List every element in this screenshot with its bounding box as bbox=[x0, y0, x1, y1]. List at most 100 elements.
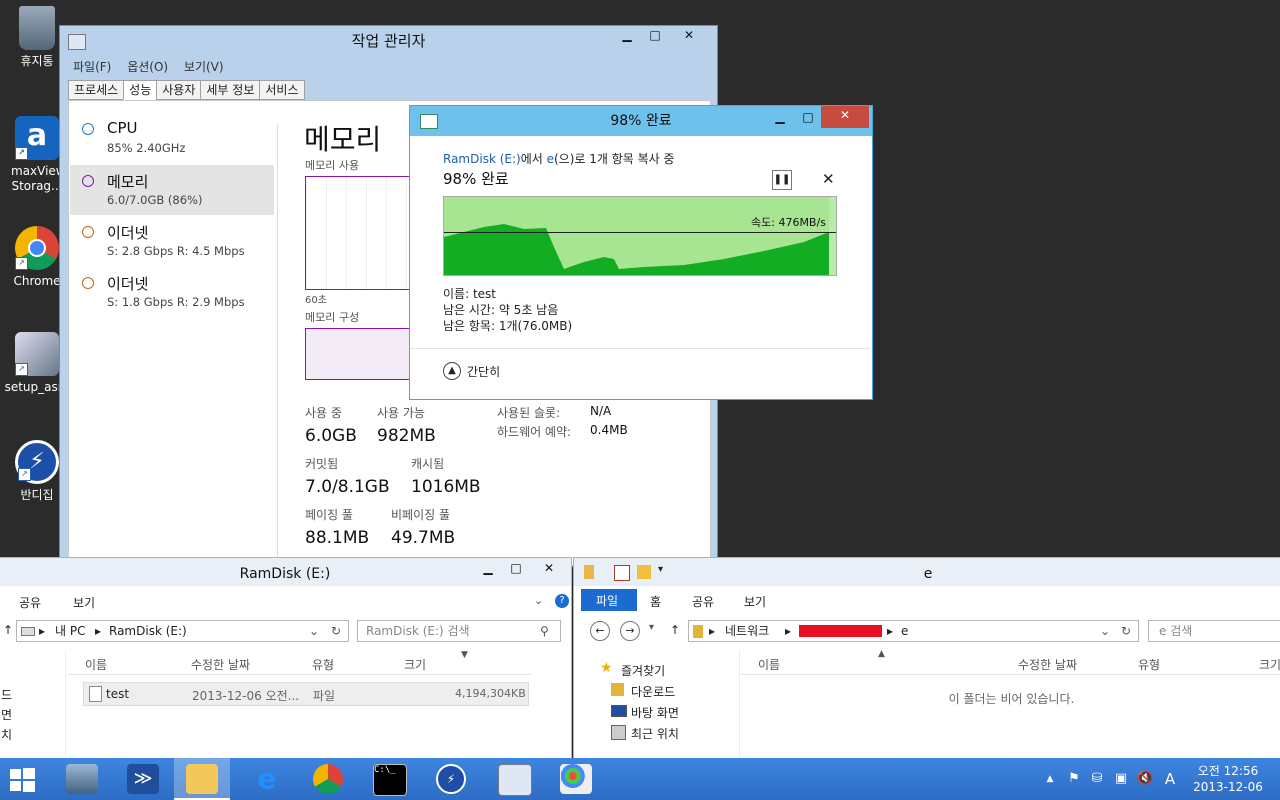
help-icon[interactable]: ? bbox=[555, 594, 569, 608]
taskbar-chrome[interactable] bbox=[301, 758, 357, 800]
clock[interactable]: 오전 12:56 2013-12-06 bbox=[1190, 763, 1266, 795]
column-name[interactable]: 이름 bbox=[758, 656, 780, 673]
tab-processes[interactable]: 프로세스 bbox=[68, 80, 125, 100]
forward-icon[interactable]: → bbox=[620, 621, 640, 641]
network-status-icon[interactable]: ⛁ bbox=[1089, 771, 1105, 787]
tab-performance[interactable]: 성능 bbox=[123, 80, 158, 100]
ribbon-tab-share[interactable]: 공유 bbox=[19, 594, 41, 611]
copy-progress-dialog[interactable]: 98% 완료 ▁ □ ✕ RamDisk (E:)에서 e(으)로 1개 항목 … bbox=[409, 105, 873, 400]
table-row[interactable]: test 2013-12-06 오전... 파일 4,194,304KB bbox=[83, 682, 529, 706]
taskbar-file-explorer[interactable] bbox=[174, 758, 230, 800]
breadcrumb-network[interactable]: 네트워크 bbox=[725, 621, 769, 641]
copy-close-button[interactable]: ✕ bbox=[821, 106, 869, 128]
network-folder-icon bbox=[693, 625, 703, 638]
explorer-window-e[interactable]: ▾ e 파일 홈 공유 보기 ← → ▾ ↑ ▸ 네트워크 ▸ ▸ e ⌄ ↻ … bbox=[573, 557, 1280, 759]
copy-dest-link[interactable]: e bbox=[547, 152, 554, 166]
breadcrumb-e[interactable]: e bbox=[901, 621, 908, 641]
copy-minimize-button[interactable]: ▁ bbox=[765, 108, 795, 128]
up-arrow-icon[interactable]: ↑ bbox=[3, 623, 13, 637]
column-type[interactable]: 유형 bbox=[312, 656, 334, 673]
maximize-button[interactable]: □ bbox=[640, 26, 670, 46]
start-button[interactable] bbox=[10, 768, 36, 792]
server-manager-icon bbox=[66, 764, 98, 794]
ribbon-tab-view[interactable]: 보기 bbox=[744, 593, 766, 610]
back-icon[interactable]: ← bbox=[590, 621, 610, 641]
nav-favorites[interactable]: 즐겨찾기 bbox=[621, 662, 665, 679]
pause-button[interactable]: ❚❚ bbox=[772, 170, 792, 190]
search-input[interactable]: e 검색 bbox=[1159, 621, 1192, 641]
ribbon-tab-share[interactable]: 공유 bbox=[692, 593, 714, 610]
nav-recent[interactable]: 최근 위치 bbox=[631, 725, 679, 742]
file-type: 파일 bbox=[313, 689, 336, 703]
ribbon-tab-file[interactable]: 파일 bbox=[581, 589, 637, 611]
show-hidden-icons[interactable]: ▲ bbox=[1042, 771, 1058, 787]
tab-services[interactable]: 서비스 bbox=[259, 80, 305, 100]
breadcrumb-ramdisk[interactable]: RamDisk (E:) bbox=[109, 621, 187, 641]
perf-item-ethernet-2[interactable]: 이더넷 S: 1.8 Gbps R: 2.9 Mbps bbox=[70, 267, 274, 317]
copy-file-name: 이름: test bbox=[443, 287, 496, 301]
copy-maximize-button[interactable]: □ bbox=[793, 108, 823, 128]
copy-speed-graph: 속도: 476MB/s bbox=[443, 196, 837, 276]
column-name[interactable]: 이름 bbox=[85, 656, 107, 673]
up-arrow-icon[interactable]: ↑ bbox=[670, 623, 680, 637]
perf-item-memory[interactable]: 메모리 6.0/7.0GB (86%) bbox=[70, 165, 274, 215]
ribbon-tab-view[interactable]: 보기 bbox=[73, 594, 95, 611]
search-box[interactable]: RamDisk (E:) 검색 ⚲ bbox=[357, 620, 561, 642]
chevron-down-icon[interactable]: ⌄ bbox=[309, 621, 319, 641]
security-icon[interactable]: ▣ bbox=[1113, 771, 1129, 787]
menu-file[interactable]: 파일(F) bbox=[73, 60, 111, 74]
minimize-button[interactable]: ▁ bbox=[473, 559, 503, 579]
taskbar-server-manager[interactable] bbox=[54, 758, 110, 800]
copy-details: 이름: test 남은 시간: 약 5초 남음 남은 항목: 1개(76.0MB… bbox=[443, 286, 572, 334]
refresh-icon[interactable]: ↻ bbox=[1121, 621, 1131, 641]
tab-users[interactable]: 사용자 bbox=[156, 80, 202, 100]
taskbar-powershell[interactable]: ≫ bbox=[115, 758, 171, 800]
downloads-icon bbox=[611, 683, 624, 696]
search-input[interactable]: RamDisk (E:) 검색 bbox=[366, 621, 470, 641]
address-bar[interactable]: ▸ 내 PC ▸ RamDisk (E:) ⌄ ↻ bbox=[16, 620, 349, 642]
tab-details[interactable]: 세부 정보 bbox=[200, 80, 261, 100]
perf-item-cpu[interactable]: CPU 85% 2.40GHz bbox=[70, 113, 274, 163]
chevron-down-icon[interactable]: ⌄ bbox=[1100, 621, 1110, 641]
column-date[interactable]: 수정한 날짜 bbox=[191, 656, 250, 673]
stat-committed-label: 커밋됨 bbox=[305, 457, 339, 471]
menu-options[interactable]: 옵션(O) bbox=[127, 60, 168, 74]
maxview-icon: a ↗ bbox=[15, 116, 59, 160]
taskbar-cmd[interactable]: C:\_ bbox=[361, 758, 417, 800]
column-size[interactable]: 크기 bbox=[1259, 656, 1280, 673]
explorer-title: e bbox=[923, 566, 933, 582]
column-type[interactable]: 유형 bbox=[1138, 656, 1160, 673]
stat-available-value: 982MB bbox=[377, 426, 436, 446]
memory-indicator-icon bbox=[82, 175, 94, 187]
explorer-window-ramdisk[interactable]: RamDisk (E:) ▁ □ ✕ 공유 보기 ⌄ ? ↑ ▸ 내 PC ▸ … bbox=[0, 557, 572, 759]
column-size[interactable]: 크기 bbox=[404, 656, 426, 673]
maximize-button[interactable]: □ bbox=[501, 559, 531, 579]
ime-indicator[interactable]: A bbox=[1162, 771, 1178, 787]
nav-downloads[interactable]: 다운로드 bbox=[631, 683, 675, 700]
ribbon-tab-home[interactable]: 홈 bbox=[650, 593, 661, 610]
column-date[interactable]: 수정한 날짜 bbox=[1018, 656, 1077, 673]
taskbar-internet-explorer[interactable]: e bbox=[239, 758, 295, 800]
address-bar[interactable]: ▸ 네트워크 ▸ ▸ e ⌄ ↻ bbox=[688, 620, 1139, 642]
perf-item-ethernet-1[interactable]: 이더넷 S: 2.8 Gbps R: 4.5 Mbps bbox=[70, 216, 274, 266]
taskbar-bandizip[interactable]: ⚡ bbox=[424, 758, 480, 800]
chrome-icon bbox=[313, 764, 343, 794]
file-explorer-icon bbox=[186, 764, 218, 794]
copy-source-link[interactable]: RamDisk (E:) bbox=[443, 152, 521, 166]
breadcrumb-this-pc[interactable]: 내 PC bbox=[55, 621, 85, 641]
cpu-indicator-icon bbox=[82, 123, 94, 135]
expand-ribbon-icon[interactable]: ⌄ bbox=[534, 594, 543, 607]
search-box[interactable]: e 검색 bbox=[1148, 620, 1280, 642]
cancel-copy-button[interactable]: ✕ bbox=[822, 170, 835, 188]
recent-locations-icon[interactable]: ▾ bbox=[649, 622, 654, 633]
nav-desktop[interactable]: 바탕 화면 bbox=[631, 704, 679, 721]
close-button[interactable]: ✕ bbox=[534, 559, 564, 579]
minimize-button[interactable]: ▁ bbox=[612, 26, 642, 46]
action-center-flag-icon[interactable]: ⚑ bbox=[1066, 771, 1082, 787]
taskbar-paint[interactable] bbox=[548, 758, 604, 800]
menu-view[interactable]: 보기(V) bbox=[184, 60, 224, 74]
close-button[interactable]: ✕ bbox=[672, 26, 706, 46]
volume-muted-icon[interactable]: 🔇 bbox=[1137, 771, 1153, 787]
taskbar-task-manager[interactable] bbox=[486, 758, 542, 800]
refresh-icon[interactable]: ↻ bbox=[331, 621, 341, 641]
